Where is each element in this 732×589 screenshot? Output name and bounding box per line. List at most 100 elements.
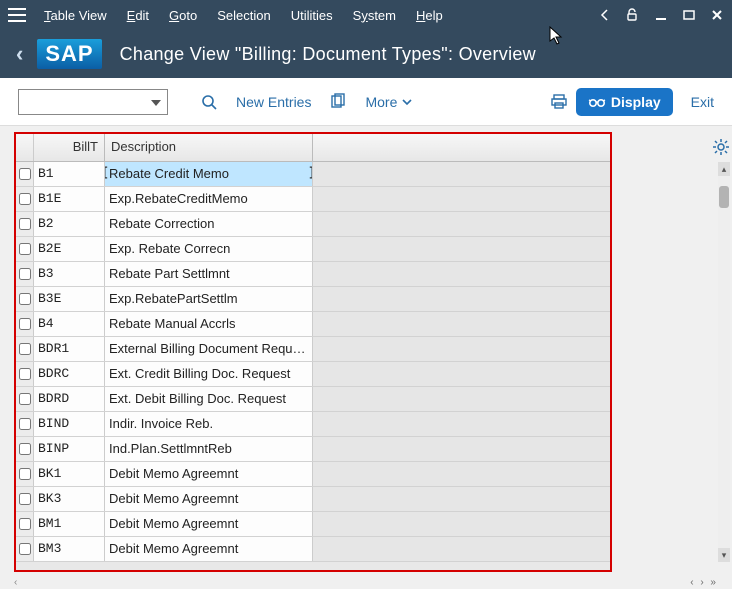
print-icon[interactable]: [550, 93, 568, 111]
menu-tableview[interactable]: Table View: [44, 8, 107, 23]
cell-description[interactable]: Indir. Invoice Reb.: [105, 412, 313, 436]
toolbar: New Entries More Display Exit: [0, 78, 732, 126]
cell-billt[interactable]: BK1: [34, 462, 105, 486]
cell-description[interactable]: Rebate Manual Accrls: [105, 312, 313, 336]
cell-billt[interactable]: BINP: [34, 437, 105, 461]
row-checkbox[interactable]: [16, 262, 34, 286]
cell-billt[interactable]: BM3: [34, 537, 105, 561]
vertical-scrollbar[interactable]: ▴ ▾: [718, 162, 730, 562]
cell-billt[interactable]: B2: [34, 212, 105, 236]
cell-billt[interactable]: B1E: [34, 187, 105, 211]
cell-description[interactable]: Ext. Debit Billing Doc. Request: [105, 387, 313, 411]
horizontal-scrollbar[interactable]: ‹ ‹ › »: [14, 575, 718, 589]
gear-icon[interactable]: [712, 138, 730, 156]
row-checkbox[interactable]: [16, 362, 34, 386]
table-row[interactable]: BK1Debit Memo Agreemnt: [16, 462, 610, 487]
cell-billt[interactable]: B1: [34, 162, 105, 186]
more-button[interactable]: More: [365, 94, 413, 110]
cell-billt[interactable]: BIND: [34, 412, 105, 436]
table-row[interactable]: BDRDExt. Debit Billing Doc. Request: [16, 387, 610, 412]
cell-billt[interactable]: B2E: [34, 237, 105, 261]
table-row[interactable]: B1EExp.RebateCreditMemo: [16, 187, 610, 212]
row-checkbox[interactable]: [16, 462, 34, 486]
table-row[interactable]: B3EExp.RebatePartSettlm: [16, 287, 610, 312]
cell-description[interactable]: Debit Memo Agreemnt: [105, 512, 313, 536]
column-header-description[interactable]: Description: [105, 134, 313, 161]
copy-icon[interactable]: [329, 93, 347, 111]
display-label: Display: [611, 94, 661, 110]
cell-billt[interactable]: B4: [34, 312, 105, 336]
cell-billt[interactable]: BDR1: [34, 337, 105, 361]
scroll-thumb[interactable]: [719, 186, 729, 208]
table-row[interactable]: BK3Debit Memo Agreemnt: [16, 487, 610, 512]
table-row[interactable]: BM3Debit Memo Agreemnt: [16, 537, 610, 562]
cell-description[interactable]: Rebate Credit Memo: [105, 162, 313, 186]
table-row[interactable]: BDR1External Billing Document Requ…: [16, 337, 610, 362]
menu-help[interactable]: Help: [416, 8, 443, 23]
new-entries-button[interactable]: New Entries: [236, 94, 311, 110]
cell-description[interactable]: Exp.RebatePartSettlm: [105, 287, 313, 311]
search-icon[interactable]: [200, 93, 218, 111]
scroll-up-icon[interactable]: ▴: [718, 162, 730, 176]
menu-system[interactable]: System: [353, 8, 396, 23]
cell-description[interactable]: Exp. Rebate Correcn: [105, 237, 313, 261]
cell-description[interactable]: External Billing Document Requ…: [105, 337, 313, 361]
table-row[interactable]: B2Rebate Correction: [16, 212, 610, 237]
row-checkbox[interactable]: [16, 287, 34, 311]
sap-logo: SAP: [37, 39, 101, 69]
row-checkbox[interactable]: [16, 312, 34, 336]
row-checkbox[interactable]: [16, 187, 34, 211]
cell-billt[interactable]: BDRC: [34, 362, 105, 386]
table-row[interactable]: B4Rebate Manual Accrls: [16, 312, 610, 337]
cell-description[interactable]: Debit Memo Agreemnt: [105, 537, 313, 561]
command-combo[interactable]: [18, 89, 168, 115]
cell-billt[interactable]: BK3: [34, 487, 105, 511]
table-row[interactable]: BM1Debit Memo Agreemnt: [16, 512, 610, 537]
cell-billt[interactable]: B3: [34, 262, 105, 286]
cell-billt[interactable]: BM1: [34, 512, 105, 536]
row-checkbox[interactable]: [16, 387, 34, 411]
column-header-billt[interactable]: BillT: [34, 134, 105, 161]
scroll-down-icon[interactable]: ▾: [718, 548, 730, 562]
display-button[interactable]: Display: [576, 88, 673, 116]
cell-description[interactable]: Debit Memo Agreemnt: [105, 462, 313, 486]
menu-goto[interactable]: Goto: [169, 8, 197, 23]
table-row[interactable]: BINDIndir. Invoice Reb.: [16, 412, 610, 437]
table-row[interactable]: B2EExp. Rebate Correcn: [16, 237, 610, 262]
cell-description[interactable]: Ind.Plan.SettlmntReb: [105, 437, 313, 461]
table-row[interactable]: BINPInd.Plan.SettlmntReb: [16, 437, 610, 462]
row-checkbox[interactable]: [16, 212, 34, 236]
cell-billt[interactable]: B3E: [34, 287, 105, 311]
close-icon[interactable]: [710, 8, 724, 22]
menu-selection[interactable]: Selection: [217, 8, 270, 23]
select-all-header[interactable]: [16, 134, 34, 161]
cell-description[interactable]: Rebate Correction: [105, 212, 313, 236]
hamburger-icon[interactable]: [8, 8, 26, 22]
restore-icon[interactable]: [682, 8, 696, 22]
table-row[interactable]: B3Rebate Part Settlmnt: [16, 262, 610, 287]
row-checkbox[interactable]: [16, 337, 34, 361]
nav-back-icon[interactable]: [600, 9, 610, 21]
minimize-icon[interactable]: [654, 8, 668, 22]
menu-utilities[interactable]: Utilities: [291, 8, 333, 23]
row-checkbox[interactable]: [16, 412, 34, 436]
back-button[interactable]: ‹: [16, 41, 23, 67]
table-row[interactable]: BDRCExt. Credit Billing Doc. Request: [16, 362, 610, 387]
row-checkbox[interactable]: [16, 537, 34, 561]
hscroll-nav[interactable]: ‹ › »: [690, 577, 718, 588]
row-checkbox[interactable]: [16, 512, 34, 536]
cell-billt[interactable]: BDRD: [34, 387, 105, 411]
exit-button[interactable]: Exit: [691, 94, 714, 110]
row-checkbox[interactable]: [16, 162, 34, 186]
page-title: Change View "Billing: Document Types": O…: [120, 44, 536, 65]
cell-description[interactable]: Rebate Part Settlmnt: [105, 262, 313, 286]
row-checkbox[interactable]: [16, 437, 34, 461]
lock-icon[interactable]: [624, 7, 640, 23]
cell-description[interactable]: Exp.RebateCreditMemo: [105, 187, 313, 211]
table-row[interactable]: B1Rebate Credit Memo: [16, 162, 610, 187]
menu-edit[interactable]: Edit: [127, 8, 149, 23]
cell-description[interactable]: Ext. Credit Billing Doc. Request: [105, 362, 313, 386]
cell-description[interactable]: Debit Memo Agreemnt: [105, 487, 313, 511]
row-checkbox[interactable]: [16, 237, 34, 261]
row-checkbox[interactable]: [16, 487, 34, 511]
